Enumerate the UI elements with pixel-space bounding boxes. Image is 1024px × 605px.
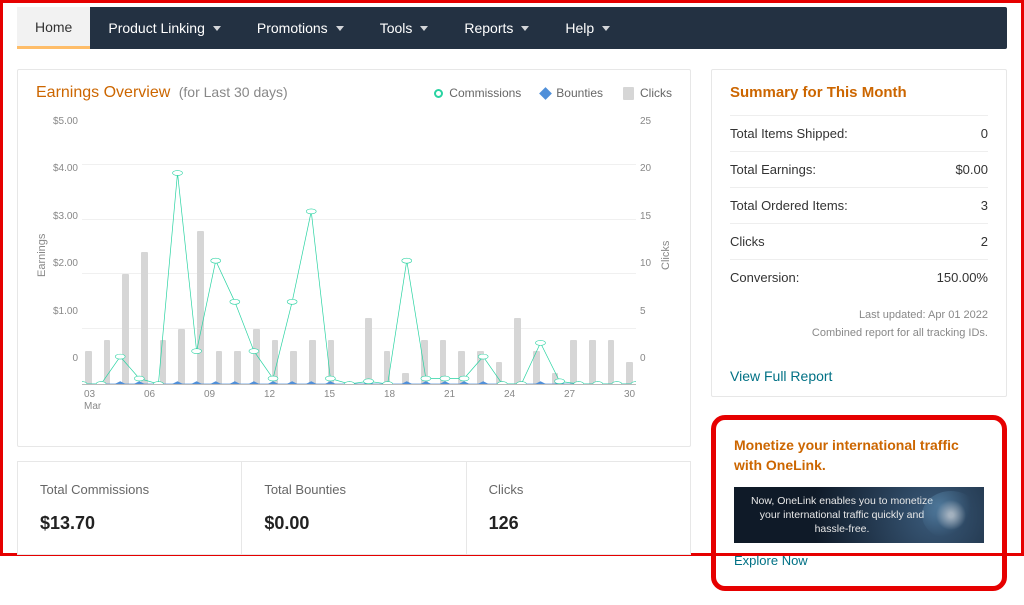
- stat-label: Total Bounties: [264, 482, 443, 497]
- nav-tab-product-linking[interactable]: Product Linking: [90, 7, 239, 49]
- summary-row-label: Total Earnings:: [730, 162, 816, 177]
- summary-footer: Last updated: Apr 01 2022 Combined repor…: [730, 307, 988, 342]
- summary-row-value: 150.00%: [937, 270, 988, 285]
- legend-commissions[interactable]: Commissions: [434, 86, 521, 100]
- chart-title: Earnings Overview: [36, 84, 170, 101]
- summary-row-value: 3: [981, 198, 988, 213]
- earnings-chart-card: Earnings Overview (for Last 30 days) Com…: [17, 69, 691, 447]
- summary-row-label: Total Items Shipped:: [730, 126, 848, 141]
- summary-row: Total Earnings: $0.00: [730, 151, 988, 187]
- summary-row-value: $0.00: [955, 162, 988, 177]
- nav-tab-label: Home: [35, 19, 72, 35]
- totals-row: Total Commissions $13.70 Total Bounties …: [17, 461, 691, 555]
- summary-title: Summary for This Month: [730, 84, 988, 101]
- combined-report-text: Combined report for all tracking IDs.: [730, 325, 988, 343]
- chart-plot-area[interactable]: [82, 110, 636, 385]
- chevron-down-icon: [602, 26, 610, 31]
- summary-row: Conversion: 150.00%: [730, 259, 988, 295]
- nav-tab-promotions[interactable]: Promotions: [239, 7, 362, 49]
- nav-tab-home[interactable]: Home: [17, 7, 90, 49]
- nav-tab-label: Tools: [380, 20, 413, 36]
- stat-label: Clicks: [489, 482, 668, 497]
- stat-total-commissions: Total Commissions $13.70: [17, 461, 242, 555]
- summary-row: Clicks 2: [730, 223, 988, 259]
- stat-value: 126: [489, 513, 668, 534]
- stat-value: $0.00: [264, 513, 443, 534]
- stat-label: Total Commissions: [40, 482, 219, 497]
- x-axis-month: Mar: [84, 401, 101, 412]
- nav-tab-reports[interactable]: Reports: [446, 7, 547, 49]
- nav-tab-help[interactable]: Help: [547, 7, 628, 49]
- x-axis-ticks: Mar 03060912151821242730: [82, 385, 636, 400]
- chevron-down-icon: [336, 26, 344, 31]
- legend-label: Bounties: [556, 86, 603, 100]
- chevron-down-icon: [521, 26, 529, 31]
- onelink-banner-text: Now, OneLink enables you to monetize you…: [750, 494, 934, 537]
- y-axis-left-label: Earnings: [36, 110, 48, 400]
- nav-tab-tools[interactable]: Tools: [362, 7, 447, 49]
- circle-marker-icon: [434, 89, 443, 98]
- legend-bounties[interactable]: Bounties: [541, 86, 603, 100]
- y-axis-right-ticks: 2520151050: [636, 110, 660, 400]
- summary-row: Total Items Shipped: 0: [730, 115, 988, 151]
- legend-label: Commissions: [449, 86, 521, 100]
- y-axis-left-ticks: $5.00$4.00$3.00$2.00$1.000: [48, 110, 82, 400]
- diamond-marker-icon: [539, 87, 552, 100]
- onelink-title: Monetize your international traffic with…: [734, 436, 984, 475]
- y-axis-right-label: Clicks: [660, 110, 672, 400]
- nav-tab-label: Reports: [464, 20, 513, 36]
- legend-label: Clicks: [640, 86, 672, 100]
- chevron-down-icon: [420, 26, 428, 31]
- nav-tab-label: Product Linking: [108, 20, 205, 36]
- onelink-banner[interactable]: Now, OneLink enables you to monetize you…: [734, 487, 984, 543]
- last-updated-text: Last updated: Apr 01 2022: [730, 307, 988, 325]
- legend-clicks[interactable]: Clicks: [623, 86, 672, 100]
- view-full-report-link[interactable]: View Full Report: [730, 368, 832, 384]
- nav-tab-label: Help: [565, 20, 594, 36]
- summary-card: Summary for This Month Total Items Shipp…: [711, 69, 1007, 397]
- stat-value: $13.70: [40, 513, 219, 534]
- stat-clicks: Clicks 126: [467, 461, 691, 555]
- chevron-down-icon: [213, 26, 221, 31]
- summary-row-label: Total Ordered Items:: [730, 198, 848, 213]
- onelink-card: Monetize your international traffic with…: [711, 415, 1007, 591]
- summary-row-value: 0: [981, 126, 988, 141]
- summary-row-value: 2: [981, 234, 988, 249]
- summary-row-label: Clicks: [730, 234, 765, 249]
- top-nav: Home Product Linking Promotions Tools Report…: [17, 7, 1007, 49]
- chart-legend: Commissions Bounties Clicks: [434, 86, 672, 100]
- stat-total-bounties: Total Bounties $0.00: [242, 461, 466, 555]
- summary-row-label: Conversion:: [730, 270, 799, 285]
- bar-marker-icon: [623, 87, 634, 100]
- nav-tab-label: Promotions: [257, 20, 328, 36]
- summary-row: Total Ordered Items: 3: [730, 187, 988, 223]
- chart-subtitle: (for Last 30 days): [179, 84, 288, 100]
